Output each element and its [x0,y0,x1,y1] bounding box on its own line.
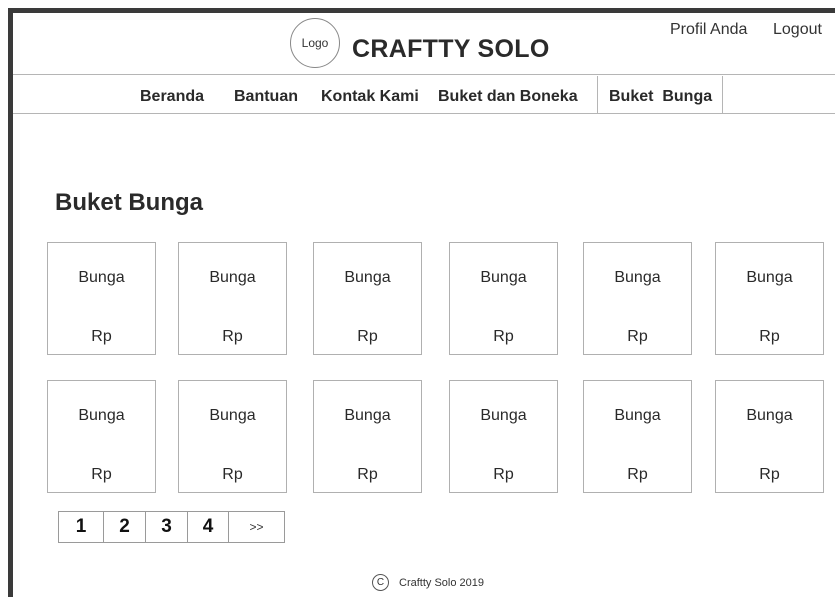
window-frame-left [8,8,13,597]
nav-item-kontak-kami[interactable]: Kontak Kami [321,88,419,106]
product-card[interactable]: Bunga Rp [715,242,824,355]
product-price: Rp [222,466,243,483]
copyright-icon: C [372,574,389,591]
page-button-4[interactable]: 4 [188,512,229,542]
next-page-button[interactable]: >> [229,512,284,542]
page-title: Buket Bunga [55,189,204,216]
logo-text: Logo [301,36,329,50]
product-name: Bunga [480,269,527,286]
product-name: Bunga [344,407,391,424]
product-card[interactable]: Bunga Rp [583,380,692,493]
nav-item-buket-dan-boneka[interactable]: Buket dan Boneka [438,88,578,106]
product-name: Bunga [480,407,527,424]
product-card[interactable]: Bunga Rp [715,380,824,493]
product-name: Bunga [746,407,793,424]
product-name: Bunga [344,269,391,286]
product-name: Bunga [614,269,661,286]
product-price: Rp [627,466,648,483]
footer-text: Craftty Solo 2019 [399,576,484,589]
nav-divider [13,113,835,114]
pagination: 1 2 3 4 >> [58,511,285,543]
site-title: CRAFTTY SOLO [352,35,550,63]
page-button-3[interactable]: 3 [146,512,188,542]
product-card[interactable]: Bunga Rp [583,242,692,355]
product-card[interactable]: Bunga Rp [178,380,287,493]
product-name: Bunga [614,407,661,424]
product-price: Rp [493,328,514,345]
product-card[interactable]: Bunga Rp [449,242,558,355]
product-name: Bunga [209,269,256,286]
page-button-1[interactable]: 1 [59,512,104,542]
product-card[interactable]: Bunga Rp [178,242,287,355]
product-card[interactable]: Bunga Rp [313,380,422,493]
product-price: Rp [627,328,648,345]
profile-link[interactable]: Profil Anda [670,21,747,39]
header-divider [13,74,835,75]
nav-active-left-border [597,76,598,113]
product-name: Bunga [78,269,125,286]
product-card[interactable]: Bunga Rp [449,380,558,493]
nav-item-bantuan[interactable]: Bantuan [234,88,298,106]
product-price: Rp [759,466,780,483]
product-price: Rp [91,328,112,345]
product-price: Rp [357,328,378,345]
window-frame-top [8,8,835,13]
product-price: Rp [222,328,243,345]
nav-item-buket-bunga[interactable]: Buket Bunga [609,88,712,106]
nav-active-right-border [722,76,723,113]
product-card[interactable]: Bunga Rp [47,380,156,493]
product-price: Rp [493,466,514,483]
page-button-2[interactable]: 2 [104,512,146,542]
logo[interactable]: Logo [290,18,340,68]
footer: C Craftty Solo 2019 [372,574,484,591]
product-name: Bunga [746,269,793,286]
nav-item-beranda[interactable]: Beranda [140,88,204,106]
product-name: Bunga [78,407,125,424]
logout-link[interactable]: Logout [773,21,822,39]
product-price: Rp [357,466,378,483]
product-card[interactable]: Bunga Rp [47,242,156,355]
product-name: Bunga [209,407,256,424]
product-card[interactable]: Bunga Rp [313,242,422,355]
product-price: Rp [759,328,780,345]
product-price: Rp [91,466,112,483]
